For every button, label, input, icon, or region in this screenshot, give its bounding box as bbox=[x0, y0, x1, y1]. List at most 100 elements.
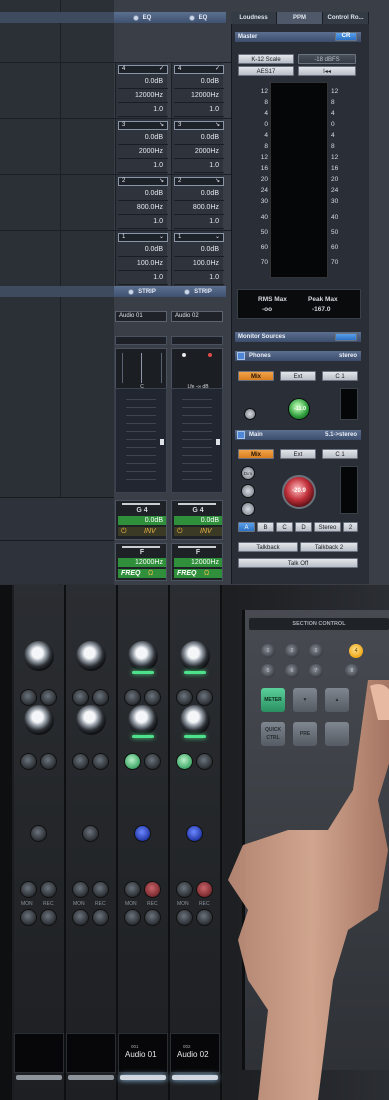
dim-button[interactable]: Dim bbox=[241, 466, 255, 480]
strip-button[interactable] bbox=[72, 753, 89, 770]
eq-band-gain[interactable]: 0.0dB bbox=[117, 190, 163, 197]
eq-band-type-selector[interactable]: 4 ✓ bbox=[118, 65, 168, 74]
prev-button[interactable] bbox=[20, 909, 37, 926]
fader-handle[interactable] bbox=[216, 439, 220, 445]
speaker-button[interactable]: A bbox=[238, 522, 255, 532]
monitor-button[interactable] bbox=[124, 881, 141, 898]
eq-band-q[interactable]: 1.0 bbox=[117, 218, 163, 225]
channel-name-1[interactable]: Audio 01 bbox=[115, 311, 167, 322]
eq-band-type-selector[interactable]: 1 ⌄ bbox=[174, 233, 224, 242]
eq-header-ch1[interactable]: EQ bbox=[114, 12, 170, 23]
strip-power-icon[interactable] bbox=[184, 288, 191, 295]
phones-level-knob[interactable]: -11.0 bbox=[288, 398, 310, 420]
freq-button[interactable]: FREQ bbox=[121, 569, 140, 578]
eq-band-q[interactable]: 1.0 bbox=[173, 162, 219, 169]
strip-header-ch1[interactable]: STRIP bbox=[114, 286, 170, 297]
select-button[interactable] bbox=[82, 825, 99, 842]
input-gain[interactable]: 0.0dB bbox=[118, 516, 166, 525]
filter-shape-icon[interactable]: Ω bbox=[148, 569, 153, 578]
section-number-button[interactable]: 1 bbox=[261, 644, 275, 658]
phones-power-icon[interactable] bbox=[237, 352, 245, 360]
talk-off-button[interactable]: Talk Off bbox=[238, 558, 358, 568]
fader-handle[interactable] bbox=[160, 439, 164, 445]
record-button[interactable] bbox=[144, 881, 161, 898]
select-button[interactable] bbox=[134, 825, 151, 842]
eq-band-q[interactable]: 1.0 bbox=[117, 274, 163, 281]
tab-loudness[interactable]: Loudness bbox=[231, 12, 277, 24]
main-ext-button[interactable]: Ext bbox=[280, 449, 316, 459]
phones-c1-button[interactable]: C 1 bbox=[322, 371, 358, 381]
invert-phase-button[interactable]: INV bbox=[200, 527, 212, 536]
section-number-button[interactable]: 6 bbox=[285, 664, 299, 678]
channel-name-2[interactable]: Audio 02 bbox=[171, 311, 223, 322]
main-power-icon[interactable] bbox=[237, 431, 245, 439]
speaker-button[interactable]: Stereo bbox=[314, 522, 341, 532]
strip-button[interactable] bbox=[20, 753, 37, 770]
tab-control-room[interactable]: Control Ro... bbox=[323, 12, 369, 24]
next-button[interactable] bbox=[92, 909, 109, 926]
fader-meter-1[interactable] bbox=[115, 388, 167, 493]
strip-button[interactable] bbox=[196, 689, 213, 706]
main-level-knob[interactable]: -20.9 bbox=[282, 475, 316, 509]
record-button[interactable] bbox=[40, 881, 57, 898]
speaker-button[interactable]: C bbox=[276, 522, 293, 532]
encoder-knob[interactable] bbox=[76, 641, 106, 671]
talkback-button[interactable]: Talkback bbox=[238, 542, 298, 552]
eq-band-q[interactable]: 1.0 bbox=[117, 106, 163, 113]
eq-power-icon[interactable] bbox=[132, 14, 139, 21]
eq-band-type-selector[interactable]: 4 ✓ bbox=[174, 65, 224, 74]
power-icon[interactable]: ⏻ bbox=[121, 527, 127, 536]
strip-button[interactable] bbox=[176, 689, 193, 706]
monitor-button[interactable] bbox=[72, 881, 89, 898]
eq-band-gain[interactable]: 0.0dB bbox=[117, 134, 163, 141]
next-button[interactable] bbox=[196, 909, 213, 926]
eq-band-freq[interactable]: 2000Hz bbox=[173, 148, 219, 155]
main-ref-icon[interactable] bbox=[241, 484, 255, 498]
main-c1-button[interactable]: C 1 bbox=[322, 449, 358, 459]
strip-button[interactable] bbox=[144, 753, 161, 770]
phones-mix-button[interactable]: Mix bbox=[238, 371, 274, 381]
strip-button[interactable] bbox=[20, 689, 37, 706]
eq-band-q[interactable]: 1.0 bbox=[117, 162, 163, 169]
encoder-knob[interactable] bbox=[180, 641, 210, 671]
speaker-button[interactable]: 2 bbox=[343, 522, 358, 532]
eq-band-type-selector[interactable]: 3 ↘ bbox=[118, 121, 168, 130]
section-number-button[interactable]: 3 bbox=[309, 644, 323, 658]
tab-ppm[interactable]: PPM bbox=[277, 12, 323, 24]
filter-frequency[interactable]: 12000Hz bbox=[118, 558, 166, 567]
eq-band-q[interactable]: 1.0 bbox=[173, 218, 219, 225]
phones-ref-icon[interactable] bbox=[244, 408, 256, 420]
phones-ext-button[interactable]: Ext bbox=[280, 371, 316, 381]
eq-band-freq[interactable]: 800.0Hz bbox=[117, 204, 163, 211]
eq-band-freq[interactable]: 12000Hz bbox=[173, 92, 219, 99]
monitor-button[interactable] bbox=[20, 881, 37, 898]
k12-scale-button[interactable]: K-12 Scale bbox=[238, 54, 294, 64]
strip-button[interactable] bbox=[124, 753, 141, 770]
insert-slot-2[interactable] bbox=[171, 336, 223, 345]
dbfs-button[interactable]: -18 dBFS bbox=[298, 54, 356, 64]
eq-band-gain[interactable]: 0.0dB bbox=[173, 78, 219, 85]
filter-frequency[interactable]: 12000Hz bbox=[174, 558, 222, 567]
eq-band-type-selector[interactable]: 2 ↘ bbox=[118, 177, 168, 186]
prev-button[interactable] bbox=[176, 909, 193, 926]
strip-button[interactable] bbox=[144, 689, 161, 706]
eq-band-freq[interactable]: 100.0Hz bbox=[117, 260, 163, 267]
strip-button[interactable] bbox=[40, 753, 57, 770]
strip-button[interactable] bbox=[124, 689, 141, 706]
gain-slider[interactable] bbox=[122, 503, 160, 505]
strip-button[interactable] bbox=[40, 689, 57, 706]
eq-band-gain[interactable]: 0.0dB bbox=[173, 134, 219, 141]
monitor-sources-toggle[interactable] bbox=[335, 333, 357, 341]
eq-band-freq[interactable]: 100.0Hz bbox=[173, 260, 219, 267]
eq-band-freq[interactable]: 12000Hz bbox=[117, 92, 163, 99]
cr-badge[interactable]: CR bbox=[335, 32, 357, 41]
filter-slider[interactable] bbox=[178, 546, 216, 548]
eq-band-freq[interactable]: 800.0Hz bbox=[173, 204, 219, 211]
section-number-button[interactable]: 7 bbox=[309, 664, 323, 678]
gain-slider[interactable] bbox=[178, 503, 216, 505]
eq-band-q[interactable]: 1.0 bbox=[173, 106, 219, 113]
section-number-button[interactable]: 8 bbox=[345, 664, 359, 678]
eq-band-gain[interactable]: 0.0dB bbox=[173, 246, 219, 253]
strip-button[interactable] bbox=[92, 689, 109, 706]
section-number-button[interactable]: 5 bbox=[261, 664, 275, 678]
